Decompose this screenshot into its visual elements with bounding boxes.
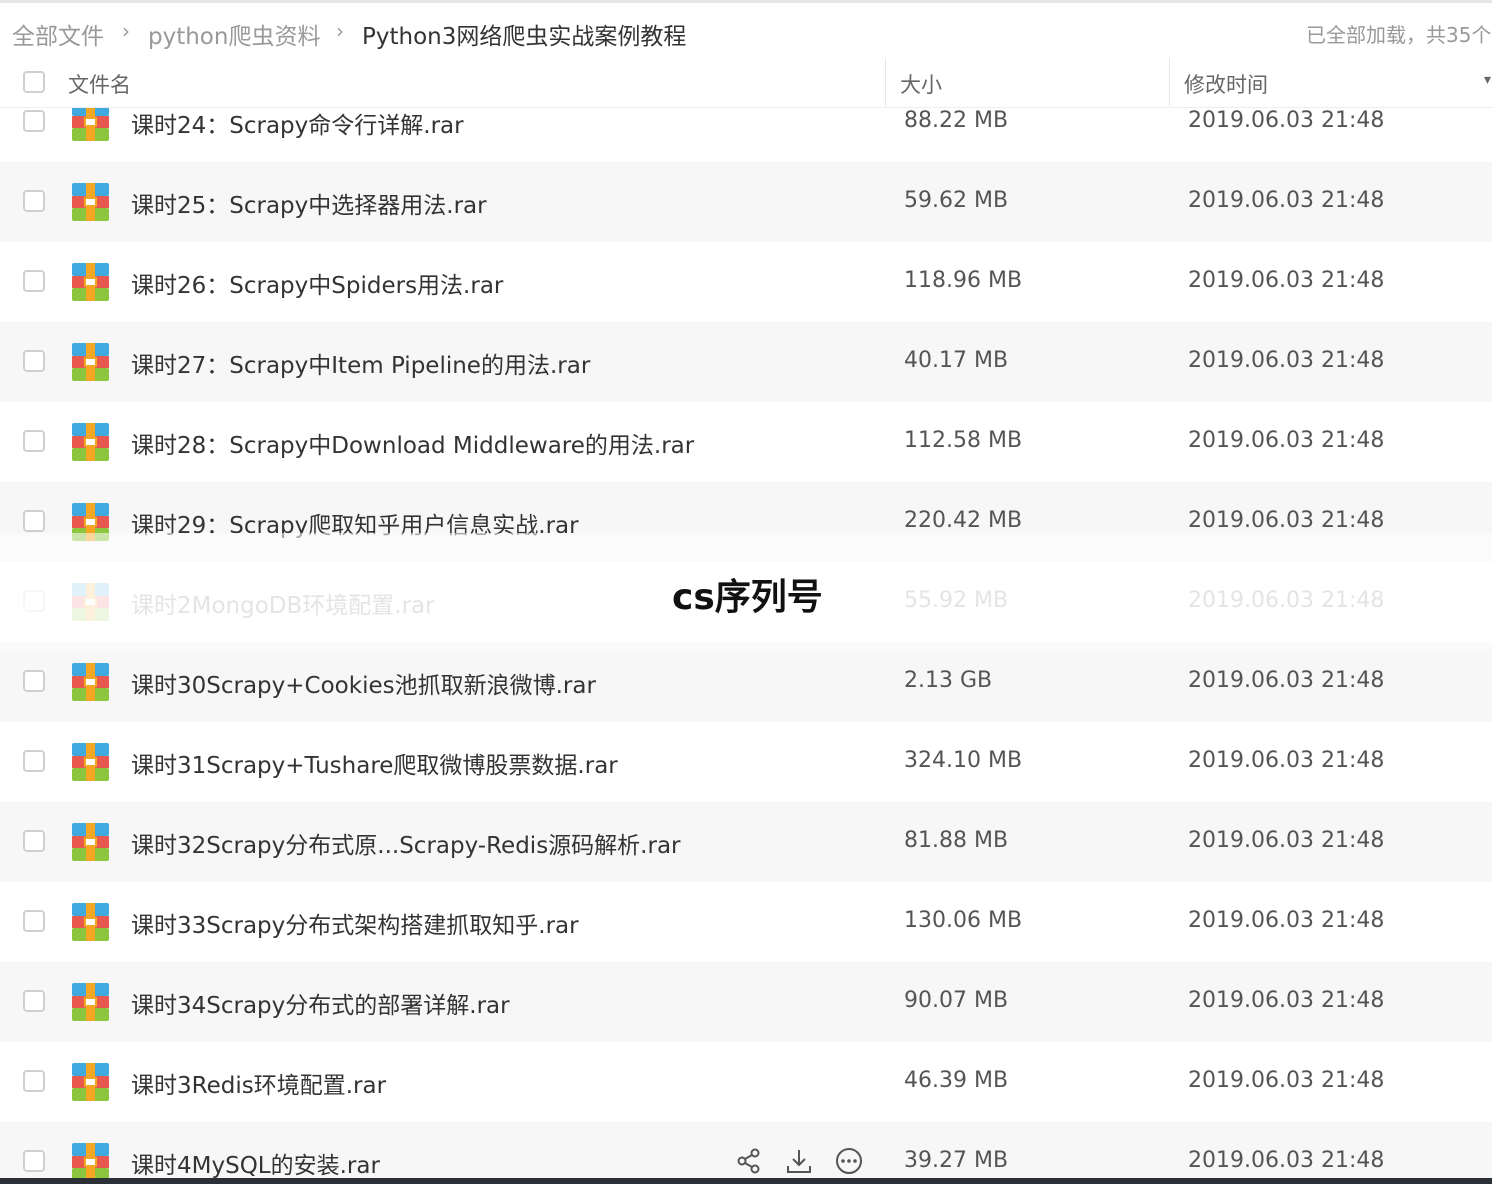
file-size: 2.13 GB [904, 668, 993, 693]
file-name[interactable]: 课时4MySQL的安装.rar [131, 1146, 380, 1180]
table-row[interactable]: 课时3Redis环境配置.rar 46.39 MB 2019.06.03 21:… [0, 1042, 1492, 1122]
file-size: 90.07 MB [904, 988, 1009, 1013]
rar-archive-icon [72, 903, 109, 941]
rar-archive-icon [72, 103, 109, 141]
table-row[interactable]: 课时31Scrapy+Tushare爬取微博股票数据.rar 324.10 MB… [0, 722, 1492, 802]
file-modified-time: 2019.06.03 21:48 [1188, 188, 1385, 213]
row-checkbox[interactable] [23, 430, 45, 452]
column-header-size[interactable]: 大小 [900, 69, 942, 99]
file-modified-time: 2019.06.03 21:48 [1188, 348, 1385, 373]
rar-archive-icon [72, 183, 109, 221]
file-modified-time: 2019.06.03 21:48 [1188, 268, 1385, 293]
row-checkbox[interactable] [23, 830, 45, 852]
row-checkbox[interactable] [23, 910, 45, 932]
row-checkbox[interactable] [23, 1150, 45, 1172]
table-row[interactable]: 课时28：Scrapy中Download Middleware的用法.rar 1… [0, 402, 1492, 482]
file-name[interactable]: 课时3Redis环境配置.rar [131, 1066, 386, 1100]
file-modified-time: 2019.06.03 21:48 [1188, 908, 1385, 933]
file-size: 59.62 MB [904, 188, 1009, 213]
table-row[interactable]: 课时30Scrapy+Cookies池抓取新浪微博.rar 2.13 GB 20… [0, 642, 1492, 722]
table-row[interactable]: 课时32Scrapy分布式原...Scrapy-Redis源码解析.rar 81… [0, 802, 1492, 882]
more-icon[interactable] [834, 1146, 864, 1176]
file-name[interactable]: 课时26：Scrapy中Spiders用法.rar [131, 266, 503, 300]
column-header-modified[interactable]: 修改时间 [1184, 69, 1268, 99]
rar-archive-icon [72, 263, 109, 301]
file-modified-time: 2019.06.03 21:48 [1188, 108, 1385, 133]
rar-archive-icon [72, 823, 109, 861]
chevron-right-icon: › [336, 19, 344, 43]
watermark-text: cs序列号 [672, 577, 823, 618]
file-name[interactable]: 课时33Scrapy分布式架构搭建抓取知乎.rar [131, 906, 579, 940]
file-size: 88.22 MB [904, 108, 1009, 133]
file-size: 40.17 MB [904, 348, 1009, 373]
row-checkbox[interactable] [23, 270, 45, 292]
file-modified-time: 2019.06.03 21:48 [1188, 668, 1385, 693]
file-size: 81.88 MB [904, 828, 1009, 853]
load-status: 已全部加载，共35个 [1306, 23, 1492, 47]
file-name[interactable]: 课时32Scrapy分布式原...Scrapy-Redis源码解析.rar [131, 826, 681, 860]
file-name[interactable]: 课时25：Scrapy中选择器用法.rar [131, 186, 487, 220]
file-size: 46.39 MB [904, 1068, 1009, 1093]
download-icon[interactable] [784, 1146, 814, 1176]
file-name[interactable]: 课时27：Scrapy中Item Pipeline的用法.rar [131, 346, 590, 380]
file-name[interactable]: 课时34Scrapy分布式的部署详解.rar [131, 986, 510, 1020]
rar-archive-icon [72, 343, 109, 381]
row-checkbox[interactable] [23, 350, 45, 372]
breadcrumb-parent[interactable]: python爬虫资料 [148, 17, 320, 51]
table-row[interactable]: 课时25：Scrapy中选择器用法.rar 59.62 MB 2019.06.0… [0, 162, 1492, 242]
file-modified-time: 2019.06.03 21:48 [1188, 1148, 1385, 1173]
row-checkbox[interactable] [23, 990, 45, 1012]
column-divider[interactable] [1169, 58, 1170, 106]
file-modified-time: 2019.06.03 21:48 [1188, 988, 1385, 1013]
table-row[interactable]: 课时4MySQL的安装.rar 39.27 MB 2019.06.03 21:4… [0, 1122, 1492, 1184]
file-name[interactable]: 课时31Scrapy+Tushare爬取微博股票数据.rar [131, 746, 618, 780]
row-checkbox[interactable] [23, 510, 45, 532]
rar-archive-icon [72, 1143, 109, 1181]
breadcrumb-root[interactable]: 全部文件 [12, 17, 104, 51]
breadcrumb: 全部文件 › python爬虫资料 › Python3网络爬虫实战案例教程 已全… [0, 0, 1492, 58]
table-header: 文件名 大小 修改时间 ▾ [0, 58, 1492, 108]
breadcrumb-current: Python3网络爬虫实战案例教程 [362, 24, 687, 50]
row-checkbox[interactable] [23, 670, 45, 692]
table-row[interactable]: 课时34Scrapy分布式的部署详解.rar 90.07 MB 2019.06.… [0, 962, 1492, 1042]
file-size: 112.58 MB [904, 428, 1023, 453]
rar-archive-icon [72, 983, 109, 1021]
desktop-edge [0, 1178, 1492, 1184]
column-divider[interactable] [885, 58, 886, 106]
table-row[interactable]: 课时33Scrapy分布式架构搭建抓取知乎.rar 130.06 MB 2019… [0, 882, 1492, 962]
file-modified-time: 2019.06.03 21:48 [1188, 828, 1385, 853]
file-size: 130.06 MB [904, 908, 1023, 933]
file-name[interactable]: 课时30Scrapy+Cookies池抓取新浪微博.rar [131, 666, 596, 700]
select-all-checkbox[interactable] [23, 71, 45, 93]
file-size: 220.42 MB [904, 508, 1023, 533]
row-checkbox[interactable] [23, 110, 45, 132]
file-modified-time: 2019.06.03 21:48 [1188, 508, 1385, 533]
file-name[interactable]: 课时28：Scrapy中Download Middleware的用法.rar [131, 426, 694, 460]
rar-archive-icon [72, 1063, 109, 1101]
file-modified-time: 2019.06.03 21:48 [1188, 748, 1385, 773]
file-size: 118.96 MB [904, 268, 1023, 293]
chevron-right-icon: › [122, 19, 130, 43]
table-row[interactable]: 课时27：Scrapy中Item Pipeline的用法.rar 40.17 M… [0, 322, 1492, 402]
column-header-name[interactable]: 文件名 [68, 69, 131, 99]
rar-archive-icon [72, 743, 109, 781]
table-row[interactable]: 课时26：Scrapy中Spiders用法.rar 118.96 MB 2019… [0, 242, 1492, 322]
share-icon[interactable] [734, 1146, 764, 1176]
row-checkbox[interactable] [23, 190, 45, 212]
file-name[interactable]: 课时24：Scrapy命令行详解.rar [131, 106, 464, 140]
file-size: 39.27 MB [904, 1148, 1009, 1173]
file-modified-time: 2019.06.03 21:48 [1188, 1068, 1385, 1093]
chevron-down-icon[interactable]: ▾ [1484, 72, 1491, 88]
file-modified-time: 2019.06.03 21:48 [1188, 428, 1385, 453]
rar-archive-icon [72, 423, 109, 461]
row-checkbox[interactable] [23, 1070, 45, 1092]
row-checkbox[interactable] [23, 750, 45, 772]
file-size: 324.10 MB [904, 748, 1023, 773]
rar-archive-icon [72, 663, 109, 701]
